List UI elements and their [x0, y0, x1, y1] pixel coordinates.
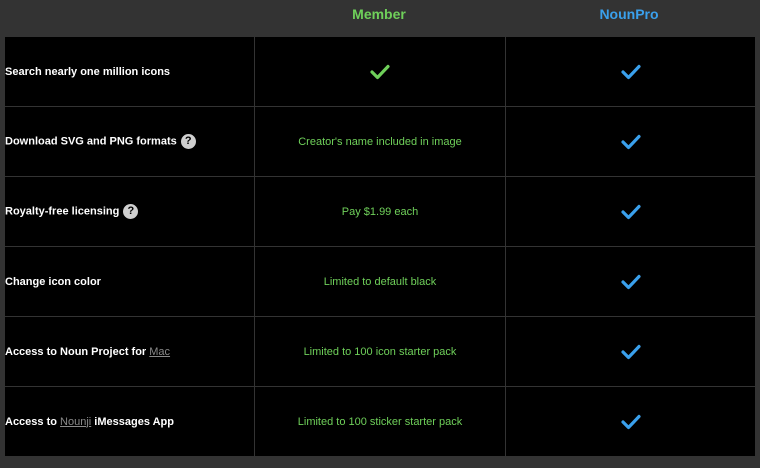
checkmark-icon — [620, 274, 641, 289]
feature-cell: Royalty-free licensing? — [4, 176, 255, 247]
feature-cell: Access to Noun Project for Mac — [4, 316, 255, 387]
checkmark-icon — [620, 134, 641, 149]
checkmark-icon — [620, 64, 641, 79]
mac-link[interactable]: Mac — [149, 346, 170, 358]
checkmark-icon — [620, 344, 641, 359]
member-cell — [254, 36, 506, 107]
member-cell: Limited to 100 icon starter pack — [254, 316, 506, 387]
nounji-link[interactable]: Nounji — [60, 416, 91, 428]
feature-cell: Access to Nounji iMessages App — [4, 386, 255, 457]
question-circle-icon[interactable]: ? — [180, 134, 196, 149]
table-row: Search nearly one million icons — [4, 36, 756, 107]
feature-label: Access to Noun Project for — [5, 345, 147, 358]
feature-label: Search nearly one million icons — [5, 65, 171, 78]
feature-cell: Search nearly one million icons — [4, 36, 255, 107]
pro-cell — [505, 246, 756, 317]
pro-cell — [505, 106, 756, 177]
table-row: Change icon color Limited to default bla… — [4, 246, 756, 317]
pro-cell — [505, 316, 756, 387]
member-cell: Pay $1.99 each — [254, 176, 506, 247]
feature-cell: Download SVG and PNG formats? — [4, 106, 255, 177]
nounpro-column-header: NounPro — [599, 6, 659, 22]
feature-label: Download SVG and PNG formats — [5, 135, 177, 148]
checkmark-icon — [620, 204, 641, 219]
table-row: Access to Noun Project for Mac Limited t… — [4, 316, 756, 387]
pro-cell — [505, 386, 756, 457]
table-row: Access to Nounji iMessages App Limited t… — [4, 386, 756, 457]
comparison-table: Search nearly one million icons Download… — [4, 36, 756, 457]
member-cell: Creator's name included in image — [254, 106, 506, 177]
checkmark-icon — [370, 64, 390, 79]
feature-label: Change icon color — [5, 275, 101, 288]
pro-cell — [505, 36, 756, 107]
table-row: Royalty-free licensing? Pay $1.99 each — [4, 176, 756, 247]
member-cell: Limited to 100 sticker starter pack — [254, 386, 506, 457]
checkmark-icon — [620, 414, 641, 429]
feature-label-suffix: iMessages App — [94, 415, 174, 428]
feature-cell: Change icon color — [4, 246, 255, 317]
question-circle-icon[interactable]: ? — [123, 204, 139, 219]
feature-label: Royalty-free licensing — [5, 205, 120, 218]
feature-label: Access to — [5, 415, 57, 428]
pro-cell — [505, 176, 756, 247]
member-cell: Limited to default black — [254, 246, 506, 317]
table-row: Download SVG and PNG formats? Creator's … — [4, 106, 756, 177]
member-column-header: Member — [352, 6, 406, 22]
